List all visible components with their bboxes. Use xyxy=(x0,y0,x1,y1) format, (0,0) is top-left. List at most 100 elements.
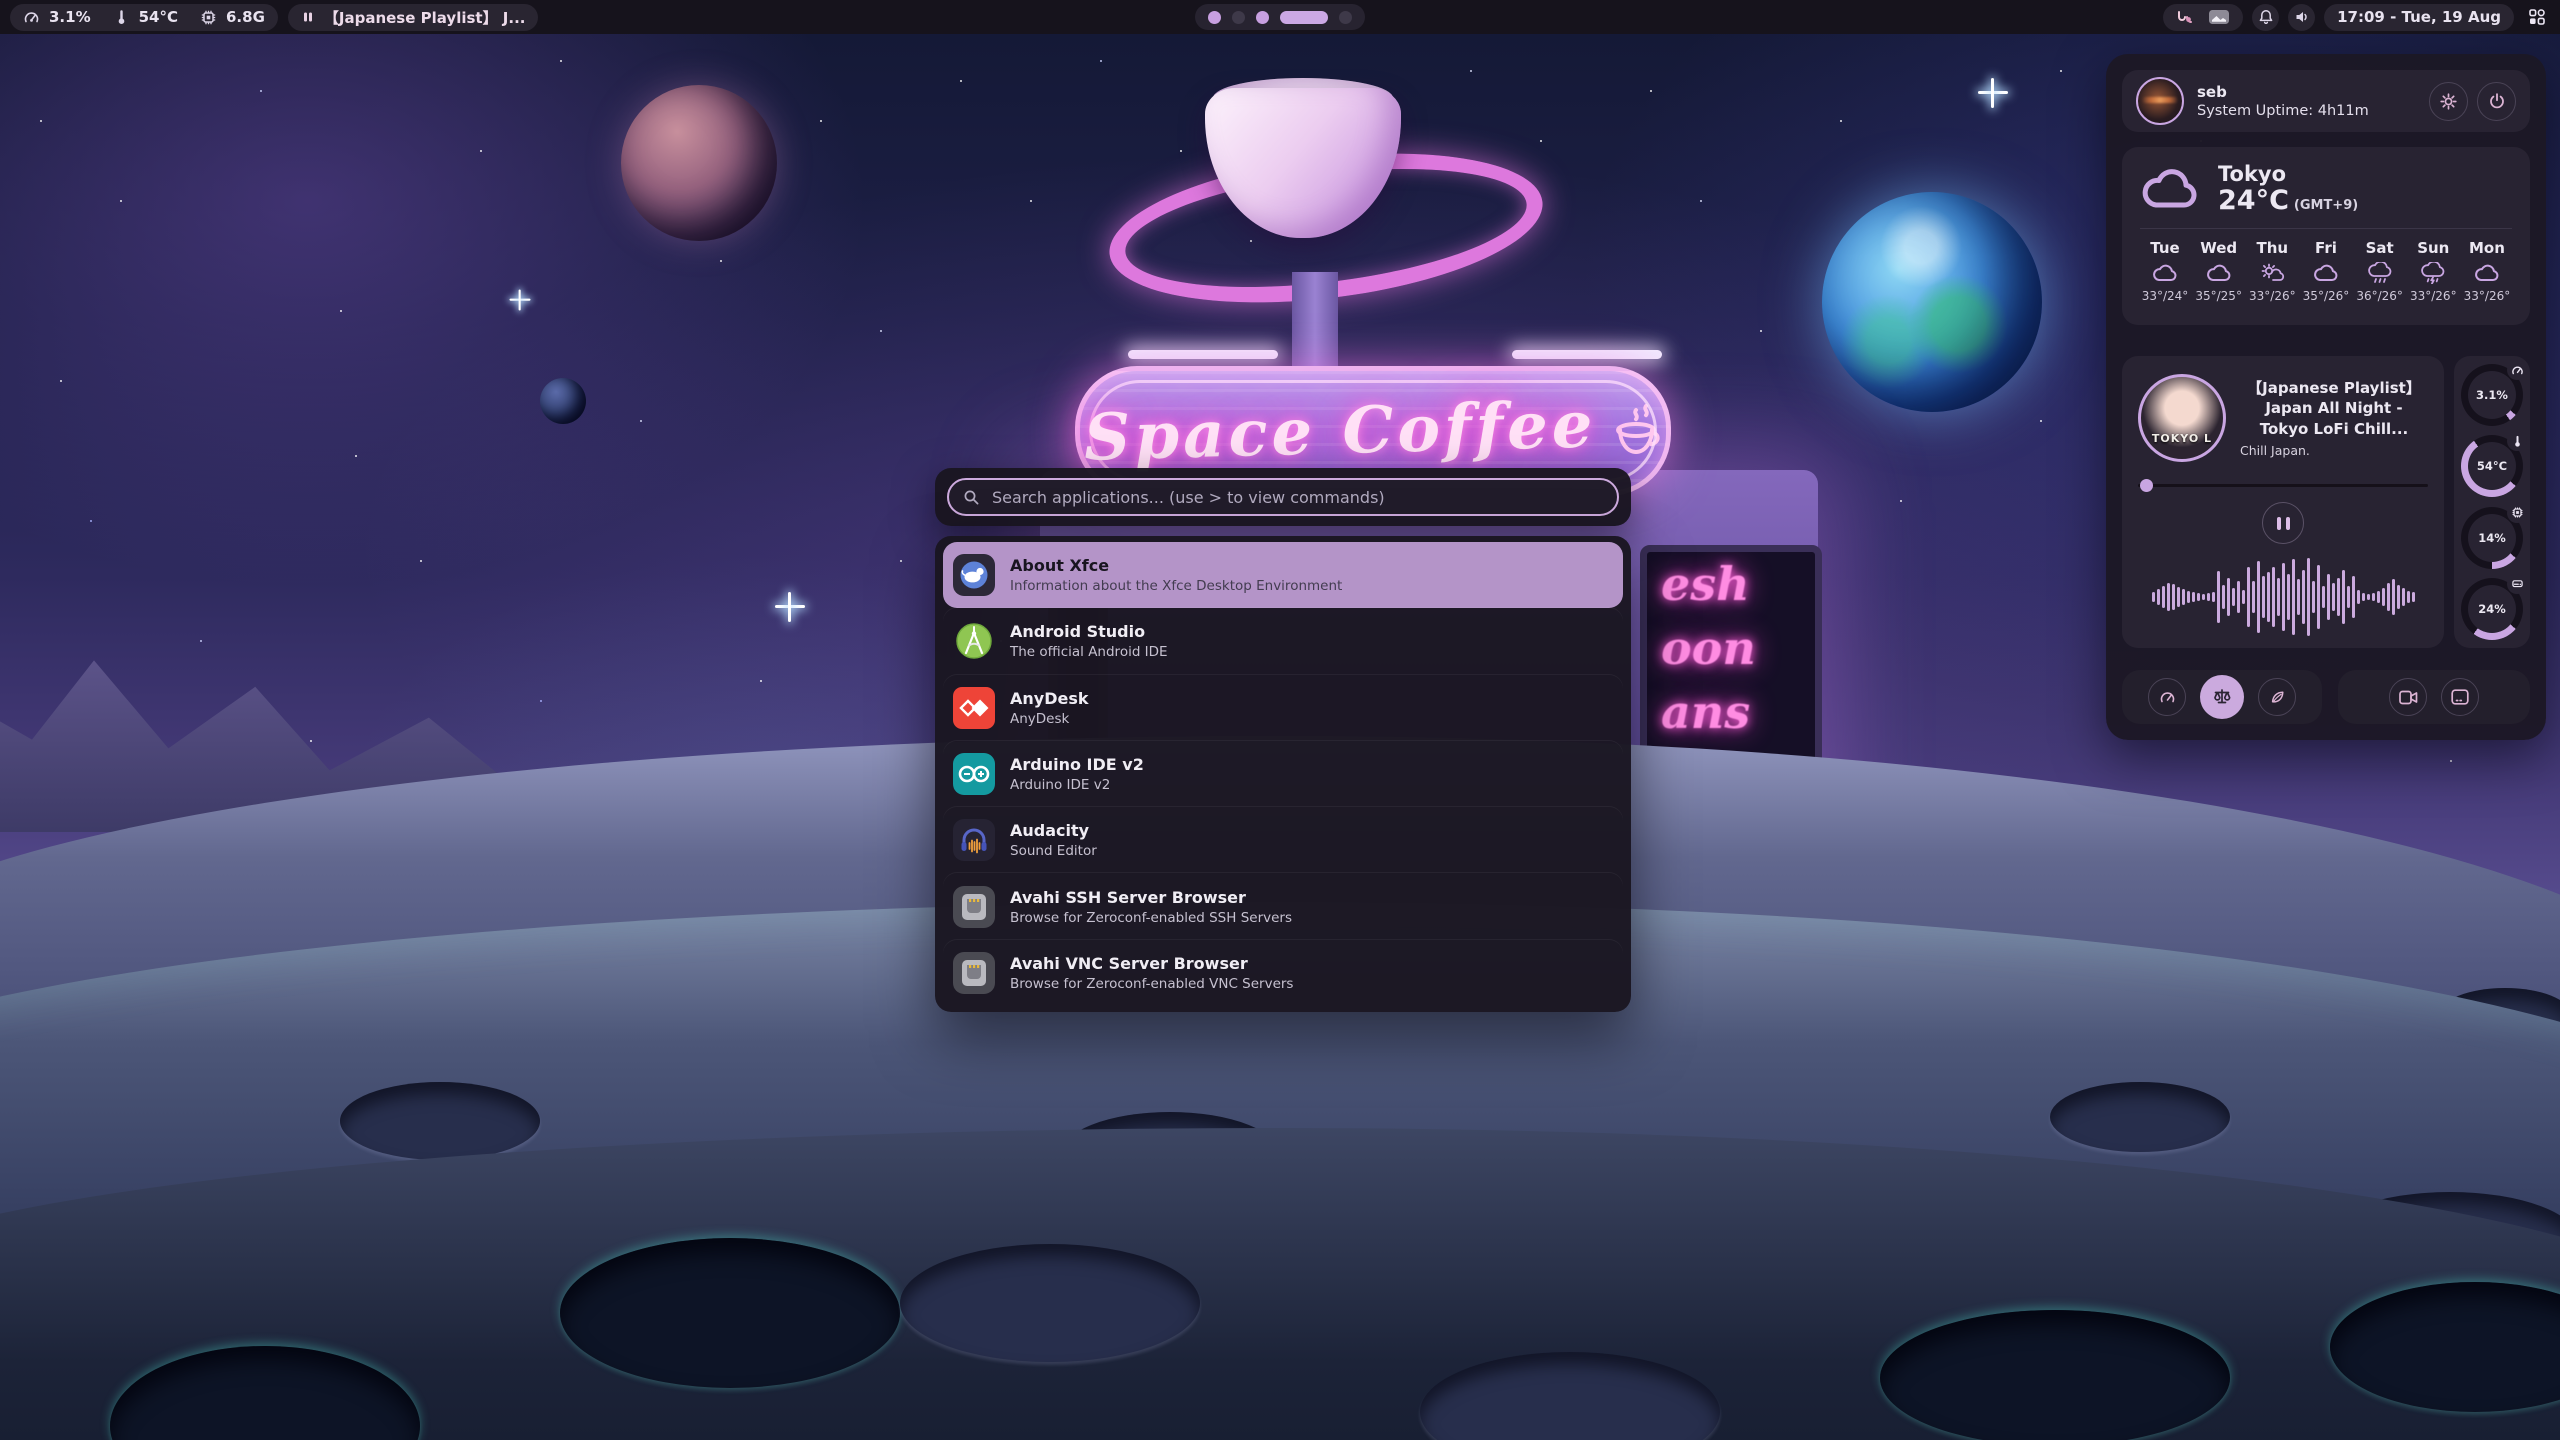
seek-slider[interactable] xyxy=(2138,478,2428,492)
app-subtitle: Sound Editor xyxy=(1010,843,1097,859)
window-neon-text: esh xyxy=(1647,552,1815,616)
weather-timezone: (GMT+9) xyxy=(2294,198,2358,213)
workspace-dot[interactable] xyxy=(1256,11,1269,24)
forecast-day: Thu 33°/26° xyxy=(2247,239,2297,303)
power-saver-profile-button[interactable] xyxy=(2258,678,2296,716)
window-neon-text: oon xyxy=(1647,616,1815,680)
launcher-item-avahi-ssh[interactable]: Avahi SSH Server Browser Browse for Zero… xyxy=(943,873,1623,939)
launcher-item-about-xfce[interactable]: About Xfce Information about the Xfce De… xyxy=(943,542,1623,608)
chip-icon xyxy=(2507,503,2527,523)
forecast-day: Mon 33°/26° xyxy=(2462,239,2512,303)
now-playing-pill[interactable]: 【Japanese Playlist】 J... xyxy=(288,4,539,31)
album-art xyxy=(2138,374,2226,462)
app-subtitle: AnyDesk xyxy=(1010,711,1089,727)
pause-button[interactable] xyxy=(2262,502,2304,544)
search-input[interactable] xyxy=(990,487,1603,508)
seek-track xyxy=(2138,484,2428,487)
media-player-card: 【Japanese Playlist】 Japan All Night - To… xyxy=(2122,356,2444,648)
temp-gauge: 54°C xyxy=(2461,435,2523,497)
cloud-icon xyxy=(2206,262,2232,284)
app-subtitle: Browse for Zeroconf-enabled SSH Servers xyxy=(1010,910,1292,926)
screenshot-button[interactable] xyxy=(2441,678,2479,716)
launcher-item-android-studio[interactable]: Android Studio The official Android IDE xyxy=(943,608,1623,674)
cloud-icon xyxy=(2140,165,2202,213)
widgets-button[interactable] xyxy=(2523,4,2550,31)
control-center-panel: seb System Uptime: 4h11m xyxy=(2106,54,2546,740)
roof-light xyxy=(1512,350,1662,359)
forecast-day: Fri 35°/26° xyxy=(2301,239,2351,303)
pause-icon xyxy=(2286,517,2290,530)
screen-record-button[interactable] xyxy=(2389,678,2427,716)
forecast-day: Sat 36°/26° xyxy=(2355,239,2405,303)
crater xyxy=(560,1238,900,1388)
search-icon xyxy=(963,489,980,506)
pause-icon xyxy=(2277,517,2281,530)
memory-gauge: 14% xyxy=(2461,507,2523,569)
avahi-icon xyxy=(953,952,995,994)
workspace-dot[interactable] xyxy=(1232,11,1245,24)
storm-icon xyxy=(2420,262,2446,284)
neon-sign-text: Space Coffee xyxy=(1083,387,1597,475)
launcher-item-audacity[interactable]: Audacity Sound Editor xyxy=(943,807,1623,873)
forecast-day: Tue 33°/24° xyxy=(2140,239,2190,303)
search-field[interactable] xyxy=(947,478,1619,516)
anydesk-icon xyxy=(953,687,995,729)
track-title: 【Japanese Playlist】 Japan All Night - To… xyxy=(2240,378,2428,439)
system-tray[interactable] xyxy=(2163,4,2243,31)
coffee-cup-icon xyxy=(1610,402,1662,460)
seek-thumb[interactable] xyxy=(2140,479,2153,492)
desktop: esh oon ans Space Coffee xyxy=(0,0,2560,1440)
thermometer-icon xyxy=(113,9,130,26)
sparkle-star xyxy=(1978,78,2008,108)
workspace-indicator[interactable] xyxy=(1195,4,1365,30)
clock[interactable]: 17:09 - Tue, 19 Aug xyxy=(2324,4,2514,31)
audacity-icon xyxy=(953,819,995,861)
cloud-icon xyxy=(2152,262,2178,284)
workspace-dot[interactable] xyxy=(1208,11,1221,24)
app-title: Avahi VNC Server Browser xyxy=(1010,954,1293,973)
volume-button[interactable] xyxy=(2288,4,2315,31)
notifications-button[interactable] xyxy=(2252,4,2279,31)
app-subtitle: Arduino IDE v2 xyxy=(1010,777,1144,793)
avatar[interactable] xyxy=(2136,77,2184,125)
system-stats-pill[interactable]: 3.1% 54°C 6.8G xyxy=(10,4,278,31)
workspace-dot-active[interactable] xyxy=(1280,11,1328,24)
settings-button[interactable] xyxy=(2429,82,2468,121)
image-viewer-icon[interactable] xyxy=(2208,9,2230,25)
cpu-temp: 54°C xyxy=(139,8,178,26)
video-camera-icon xyxy=(2399,690,2418,705)
app-title: AnyDesk xyxy=(1010,689,1089,708)
arduino-icon xyxy=(953,753,995,795)
launcher-item-avahi-vnc[interactable]: Avahi VNC Server Browser Browse for Zero… xyxy=(943,940,1623,1006)
clock-text: 17:09 - Tue, 19 Aug xyxy=(2337,8,2501,26)
small-moon xyxy=(540,378,586,424)
now-playing-title: 【Japanese Playlist】 J... xyxy=(324,7,526,28)
roof-light xyxy=(1128,350,1278,359)
pause-icon xyxy=(301,10,315,24)
track-subtitle: Chill Japan. xyxy=(2240,443,2428,458)
app-launcher-results: About Xfce Information about the Xfce De… xyxy=(935,536,1631,1012)
launcher-item-anydesk[interactable]: AnyDesk AnyDesk xyxy=(943,675,1623,741)
speaker-icon xyxy=(2294,9,2310,25)
screenshot-icon xyxy=(2451,689,2469,705)
crater xyxy=(2050,1082,2230,1152)
system-gauges-card: 3.1% 54°C 14% 24% xyxy=(2454,356,2530,648)
power-icon xyxy=(2488,92,2506,110)
xfce-icon xyxy=(953,554,995,596)
power-button[interactable] xyxy=(2477,82,2516,121)
performance-profile-button[interactable] xyxy=(2148,678,2186,716)
window-neon-text: ans xyxy=(1647,680,1815,744)
disk-gauge: 24% xyxy=(2461,578,2523,640)
forecast-day: Sun 33°/26° xyxy=(2408,239,2458,303)
workspace-dot[interactable] xyxy=(1339,11,1352,24)
speedometer-icon xyxy=(2507,360,2527,380)
app-title: Avahi SSH Server Browser xyxy=(1010,888,1292,907)
launcher-item-arduino[interactable]: Arduino IDE v2 Arduino IDE v2 xyxy=(943,741,1623,807)
app-subtitle: Information about the Xfce Desktop Envir… xyxy=(1010,578,1342,594)
mem-usage: 6.8G xyxy=(226,8,265,26)
tray-app-icon[interactable] xyxy=(2176,9,2194,25)
forecast-day: Wed 35°/25° xyxy=(2194,239,2244,303)
weather-temp: 24°C xyxy=(2218,185,2289,216)
app-subtitle: The official Android IDE xyxy=(1010,644,1168,660)
balanced-profile-button[interactable] xyxy=(2200,675,2244,719)
